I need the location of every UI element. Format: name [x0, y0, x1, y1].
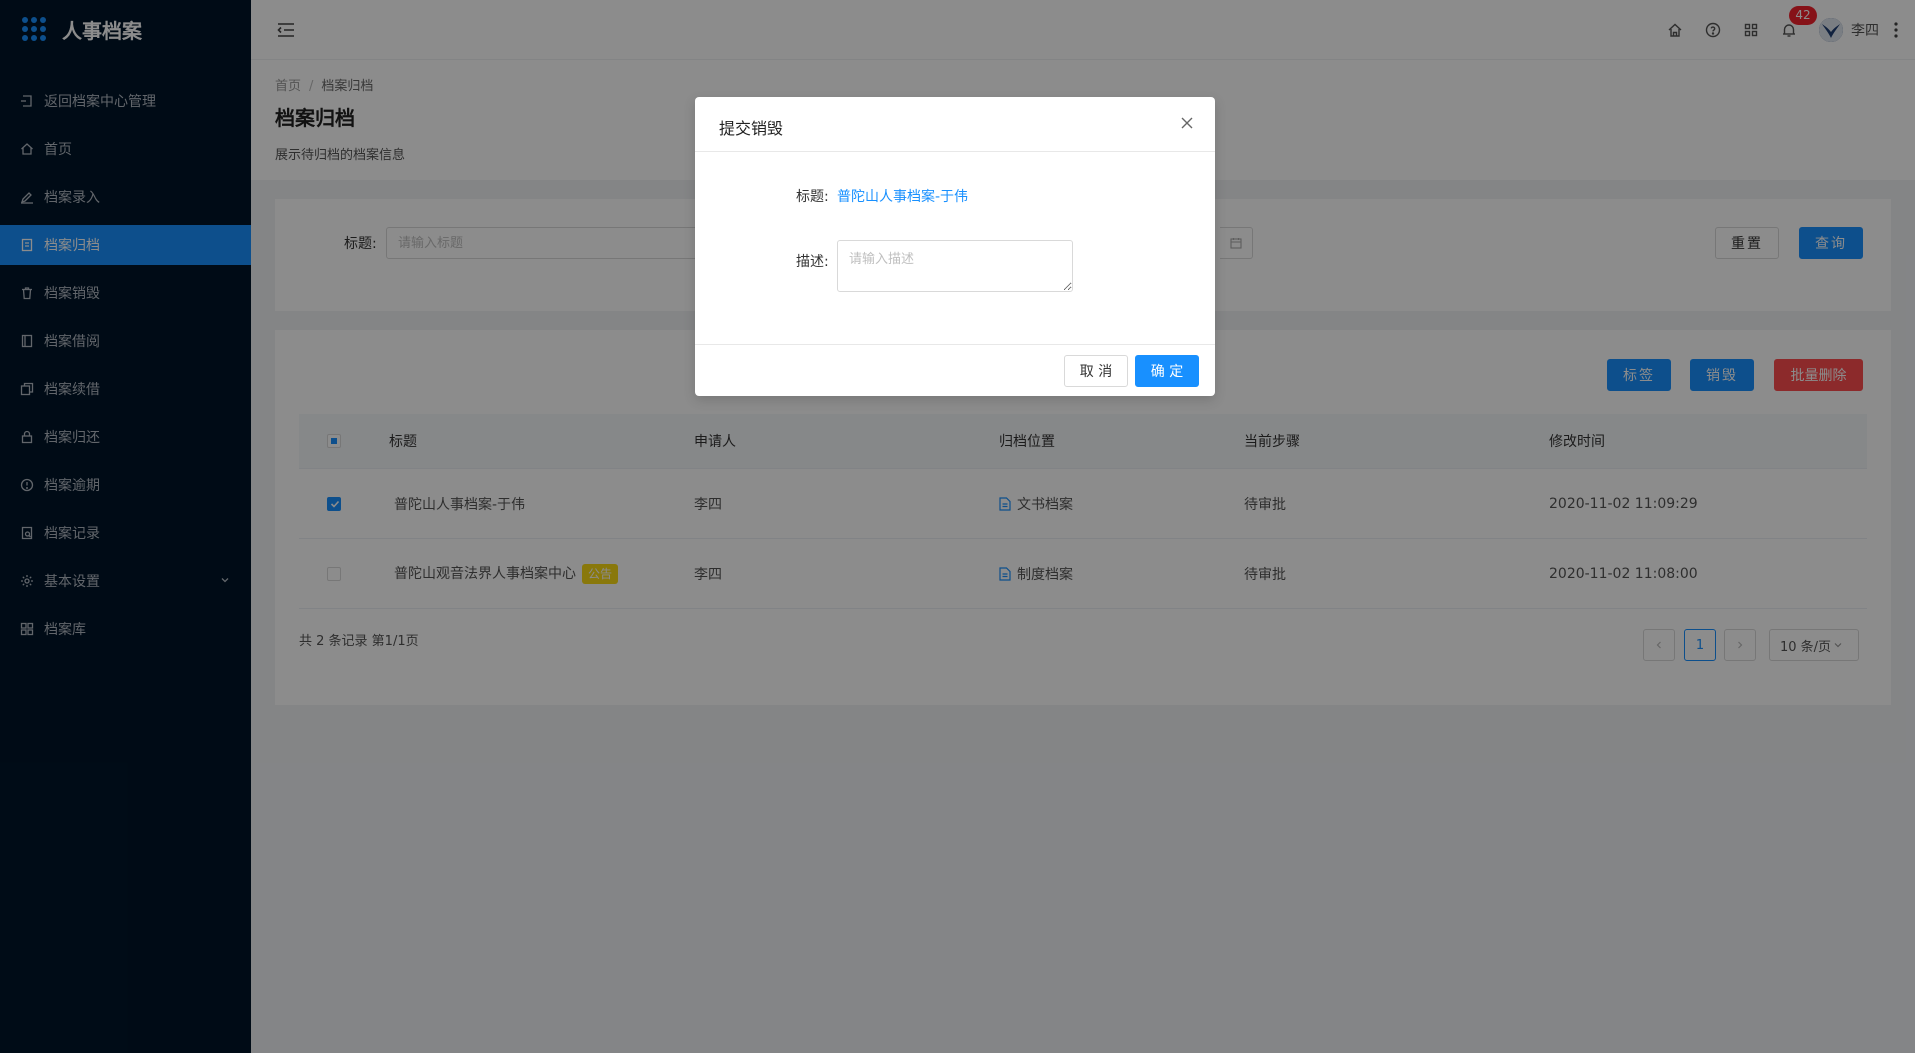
- title-field-value: 普陀山人事档案-于伟: [837, 189, 969, 205]
- modal-footer-divider: [695, 344, 1215, 345]
- description-field-label: 描述:: [796, 254, 829, 270]
- modal-title: 提交销毁: [719, 119, 784, 138]
- confirm-button[interactable]: 确 定: [1135, 355, 1199, 387]
- description-textarea[interactable]: [837, 240, 1073, 292]
- cancel-button[interactable]: 取 消: [1064, 355, 1128, 387]
- close-icon[interactable]: [1179, 115, 1195, 131]
- title-field-label: 标题:: [796, 189, 829, 205]
- destroy-modal: 提交销毁 标题: 普陀山人事档案-于伟 描述: 取 消 确 定: [695, 97, 1215, 396]
- modal-header-divider: [695, 151, 1215, 152]
